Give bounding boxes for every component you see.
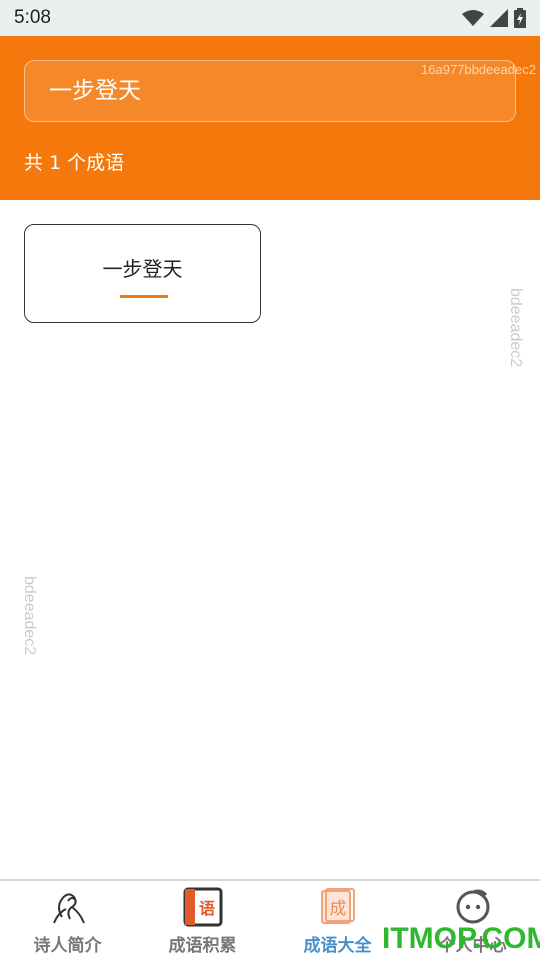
poet-icon <box>48 887 88 927</box>
idiom-card-underline <box>120 295 168 298</box>
status-time: 5:08 <box>14 7 51 28</box>
idiom-card[interactable]: 一步登天 <box>24 224 261 323</box>
wifi-icon <box>462 10 484 26</box>
brand-logo: ITMOP.COM <box>382 922 540 955</box>
idiom-book-icon-text: 成 <box>329 899 346 919</box>
watermark-vertical-right: bdeeadec2 <box>507 288 524 368</box>
idiom-card-text: 一步登天 <box>102 257 183 281</box>
status-bar: 5:08 <box>0 0 540 36</box>
nav-item-poet-intro[interactable]: 诗人简介 <box>0 881 135 960</box>
nav-label: 诗人简介 <box>33 936 102 956</box>
face-icon <box>453 887 493 927</box>
signal-icon <box>490 9 508 27</box>
nav-item-idiom-accumulation[interactable]: 语 成语积累 <box>135 881 270 960</box>
battery-icon <box>514 8 526 28</box>
status-icons <box>462 8 526 28</box>
nav-label-active: 成语大全 <box>303 936 372 956</box>
book-icon: 语 <box>183 887 223 927</box>
header: 一步登天 16a977bbdeeadec2 共 1 个成语 <box>0 36 540 200</box>
watermark-vertical-left: bdeeadec2 <box>21 576 38 656</box>
result-count: 共 1 个成语 <box>24 152 125 174</box>
idiom-book-icon: 成 <box>318 887 358 927</box>
nav-label: 成语积累 <box>168 936 237 956</box>
book-icon-text: 语 <box>198 899 214 918</box>
watermark-text: 16a977bbdeeadec2 <box>421 62 536 77</box>
